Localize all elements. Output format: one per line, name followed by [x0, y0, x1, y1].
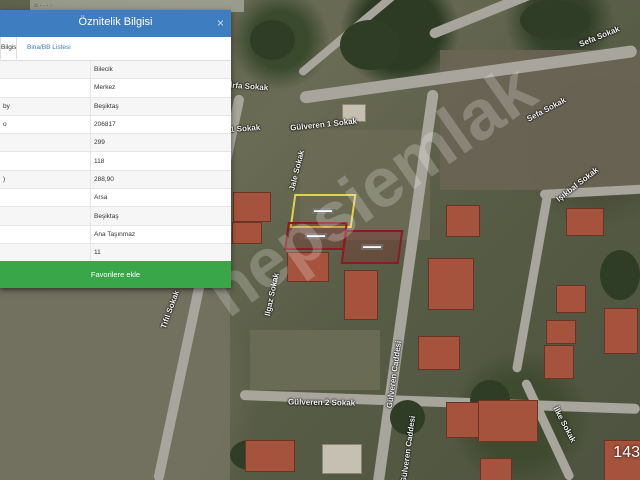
- attribute-key: ): [0, 170, 91, 190]
- table-row: Ana Taşınmaz: [0, 225, 231, 244]
- house: [556, 285, 586, 313]
- attribute-value: Arsa: [90, 188, 231, 208]
- house: [478, 400, 538, 442]
- table-row: o 206817: [0, 115, 231, 135]
- attribute-value: 299: [90, 133, 231, 153]
- attribute-key: [0, 225, 91, 244]
- attribute-table: Bilecik Merkez by Beşiktaş o 206817 299 118) 288…: [0, 61, 231, 263]
- table-row: 118: [0, 151, 231, 171]
- attribute-info-panel: Öznitelik Bilgisi × Bilgisi Bina/BB List…: [0, 10, 231, 288]
- attribute-key: [0, 188, 91, 208]
- house: [566, 208, 604, 236]
- table-row: Bilecik: [0, 61, 231, 80]
- attribute-value: 11: [90, 243, 231, 263]
- tree: [250, 20, 295, 60]
- panel-tabs: Bilgisi Bina/BB Listesi: [0, 37, 231, 61]
- house: [322, 444, 362, 474]
- table-row: Merkez: [0, 78, 231, 98]
- house: [245, 440, 295, 472]
- table-row: Beşiktaş: [0, 206, 231, 226]
- panel-title: Öznitelik Bilgisi: [78, 16, 153, 28]
- tree: [600, 250, 640, 300]
- street-label: Gülveren 2 Sokak: [287, 397, 356, 408]
- attribute-key: [0, 61, 91, 80]
- house: [446, 205, 480, 237]
- tab-info[interactable]: Bilgisi: [0, 37, 17, 60]
- attribute-value: Bilecik: [90, 61, 231, 80]
- attribute-key: [0, 133, 91, 153]
- house: [428, 258, 474, 310]
- table-row: ) 288,90: [0, 170, 231, 190]
- house: [446, 402, 482, 438]
- attribute-key: [0, 151, 91, 171]
- table-row: by Beşiktaş: [0, 97, 231, 116]
- house: [480, 458, 512, 480]
- table-row: 11: [0, 243, 231, 263]
- house: [418, 336, 460, 370]
- parcel-label: ▬▬▬: [360, 244, 384, 250]
- tab-building-list[interactable]: Bina/BB Listesi: [22, 37, 76, 59]
- house: [604, 308, 638, 354]
- tree: [340, 20, 400, 70]
- attribute-value: 118: [90, 151, 231, 171]
- attribute-value: 206817: [90, 115, 231, 135]
- corner-number: 143: [613, 444, 640, 461]
- tree: [520, 0, 590, 40]
- table-row: Arsa: [0, 188, 231, 208]
- attribute-value: Ana Taşınmaz: [90, 225, 231, 244]
- attribute-key: o: [0, 115, 91, 135]
- house: [546, 320, 576, 344]
- attribute-key: by: [0, 97, 91, 116]
- field-area: [250, 330, 380, 390]
- attribute-key: [0, 206, 91, 226]
- street-label: 1 Sokak: [229, 122, 261, 135]
- attribute-key: [0, 243, 91, 263]
- attribute-key: [0, 78, 91, 98]
- close-icon[interactable]: ×: [217, 16, 224, 30]
- attribute-value: Beşiktaş: [90, 206, 231, 226]
- table-row: 299: [0, 133, 231, 153]
- panel-header: Öznitelik Bilgisi ×: [0, 10, 231, 37]
- attribute-value: Beşiktaş: [90, 97, 231, 116]
- attribute-value: 288,90: [90, 170, 231, 190]
- house: [544, 345, 574, 379]
- attribute-value: Merkez: [90, 78, 231, 98]
- house: [344, 270, 378, 320]
- add-to-favorites-button[interactable]: Favorilere ekle: [0, 261, 231, 288]
- street-label: İrfa Sokak: [229, 80, 269, 93]
